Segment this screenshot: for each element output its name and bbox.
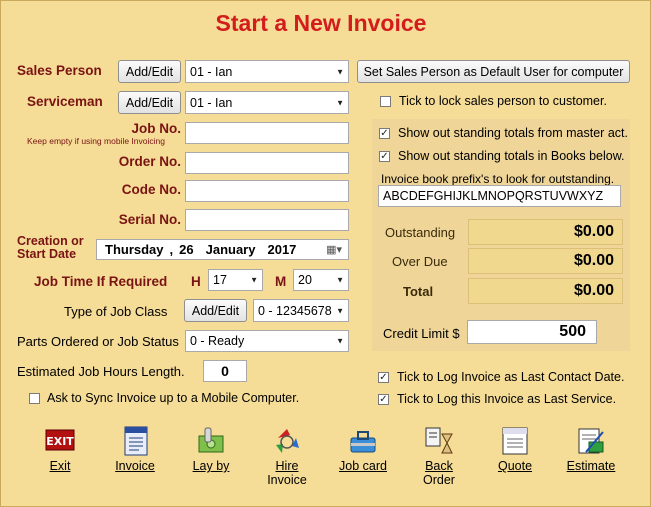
code-no-label: Code No. — [121, 182, 181, 197]
prefix-label: Invoice book prefix's to look for outsta… — [381, 172, 615, 186]
sales-person-value: 01 - Ian — [190, 64, 233, 79]
show-books-checkbox[interactable]: ✓ — [379, 151, 390, 162]
hourglass-icon — [424, 426, 454, 456]
page-title: Start a New Invoice — [215, 10, 427, 36]
minute-select[interactable]: 20 ▼ — [293, 269, 349, 291]
serial-no-input[interactable] — [185, 209, 349, 231]
estimate-pen-icon — [576, 426, 606, 456]
hour-select[interactable]: 17 ▼ — [208, 269, 263, 291]
invoice-button[interactable]: Invoice — [105, 426, 165, 473]
estimate-button[interactable]: Estimate — [561, 426, 621, 473]
over-due-label: Over Due — [392, 254, 448, 269]
credit-limit-label: Credit Limit $ — [383, 326, 460, 341]
total-label: Total — [403, 284, 434, 299]
sales-person-select[interactable]: 01 - Ian ▼ — [185, 60, 349, 83]
creation-date-picker[interactable]: Thursday , 26 January 2017 ▦▾ — [96, 239, 349, 260]
parts-status-select[interactable]: 0 - Ready ▼ — [185, 330, 349, 352]
money-clip-icon — [196, 426, 226, 456]
chevron-down-icon: ▼ — [336, 275, 344, 285]
exit-button[interactable]: EXIT Exit — [30, 426, 90, 473]
chevron-down-icon: ▼ — [336, 306, 344, 315]
back-order-button[interactable]: Back Order — [409, 426, 469, 487]
job-class-add-edit-button[interactable]: Add/Edit — [184, 299, 247, 322]
job-no-label: Job No. — [131, 121, 182, 136]
log-contact-checkbox[interactable]: ✓ — [378, 372, 389, 383]
hire-invoice-button[interactable]: Hire Invoice — [257, 426, 317, 487]
show-master-label: Show out standing totals from master act… — [398, 126, 628, 140]
job-no-input[interactable] — [185, 122, 349, 144]
svg-text:EXIT: EXIT — [46, 435, 74, 448]
prefix-input[interactable]: ABCDEFGHIJKLMNOPQRSTUVWXYZ — [378, 185, 621, 207]
minute-label: M — [275, 274, 287, 289]
date-day: 26 — [179, 242, 194, 257]
job-time-label: Job Time If Required — [34, 274, 168, 289]
set-default-user-button[interactable]: Set Sales Person as Default User for com… — [357, 60, 630, 83]
date-weekday: Thursday — [105, 242, 164, 257]
over-due-value: $0.00 — [468, 248, 623, 274]
toolbox-icon — [348, 426, 378, 456]
exit-sign-icon: EXIT — [45, 426, 75, 456]
chevron-down-icon: ▼ — [336, 98, 344, 107]
total-value: $0.00 — [468, 278, 623, 304]
sales-person-label: Sales Person — [17, 63, 102, 78]
log-contact-label: Tick to Log Invoice as Last Contact Date… — [397, 370, 625, 384]
serviceman-value: 01 - Ian — [190, 95, 233, 110]
serviceman-add-edit-button[interactable]: Add/Edit — [118, 91, 181, 114]
outstanding-panel: ✓ Show out standing totals from master a… — [372, 119, 630, 351]
outstanding-label: Outstanding — [385, 225, 456, 240]
lock-sales-person-checkbox[interactable] — [380, 96, 391, 107]
invoice-document-icon — [120, 426, 150, 456]
quote-button[interactable]: Quote — [485, 426, 545, 473]
date-month: January — [205, 242, 256, 257]
job-class-select[interactable]: 0 - 12345678 ▼ — [253, 299, 349, 322]
parts-status-label: Parts Ordered or Job Status — [17, 334, 179, 349]
creation-date-label: Creation or Start Date — [17, 234, 84, 261]
quotes-document-icon — [500, 426, 530, 456]
code-no-input[interactable] — [185, 180, 349, 202]
credit-limit-input[interactable]: 500 — [467, 320, 597, 344]
est-hours-input[interactable]: 0 — [203, 360, 247, 382]
sync-mobile-checkbox[interactable] — [29, 393, 40, 404]
chevron-down-icon: ▼ — [336, 67, 344, 76]
show-books-label: Show out standing totals in Books below. — [398, 149, 625, 163]
job-no-hint: Keep empty if using mobile Invoicing — [27, 136, 165, 146]
serial-no-label: Serial No. — [118, 212, 181, 227]
chevron-down-icon: ▼ — [336, 336, 344, 346]
lay-by-button[interactable]: Lay by — [181, 426, 241, 473]
set-default-user-label: Set Sales Person as Default User for com… — [363, 64, 624, 79]
order-no-input[interactable] — [185, 152, 349, 174]
log-service-label: Tick to Log this Invoice as Last Service… — [397, 392, 617, 406]
date-year: 2017 — [267, 242, 297, 257]
order-no-label: Order No. — [118, 154, 181, 169]
invoice-window: Start a New Invoice Sales Person Add/Edi… — [0, 0, 651, 507]
sales-person-add-edit-button[interactable]: Add/Edit — [118, 60, 181, 83]
recycle-arrows-icon — [272, 426, 302, 456]
lock-sales-person-label: Tick to lock sales person to customer. — [399, 94, 607, 108]
serviceman-label: Serviceman — [27, 94, 103, 109]
log-service-checkbox[interactable]: ✓ — [378, 394, 389, 405]
est-hours-label: Estimated Job Hours Length. — [17, 364, 185, 379]
chevron-down-icon: ▼ — [250, 275, 258, 285]
hour-label: H — [191, 274, 201, 289]
show-master-checkbox[interactable]: ✓ — [379, 128, 390, 139]
sync-mobile-label: Ask to Sync Invoice up to a Mobile Compu… — [47, 391, 300, 405]
serviceman-select[interactable]: 01 - Ian ▼ — [185, 91, 349, 114]
job-card-button[interactable]: Job card — [333, 426, 393, 473]
job-class-label: Type of Job Class — [64, 304, 168, 319]
calendar-icon[interactable]: ▦▾ — [326, 243, 342, 256]
outstanding-value: $0.00 — [468, 219, 623, 245]
